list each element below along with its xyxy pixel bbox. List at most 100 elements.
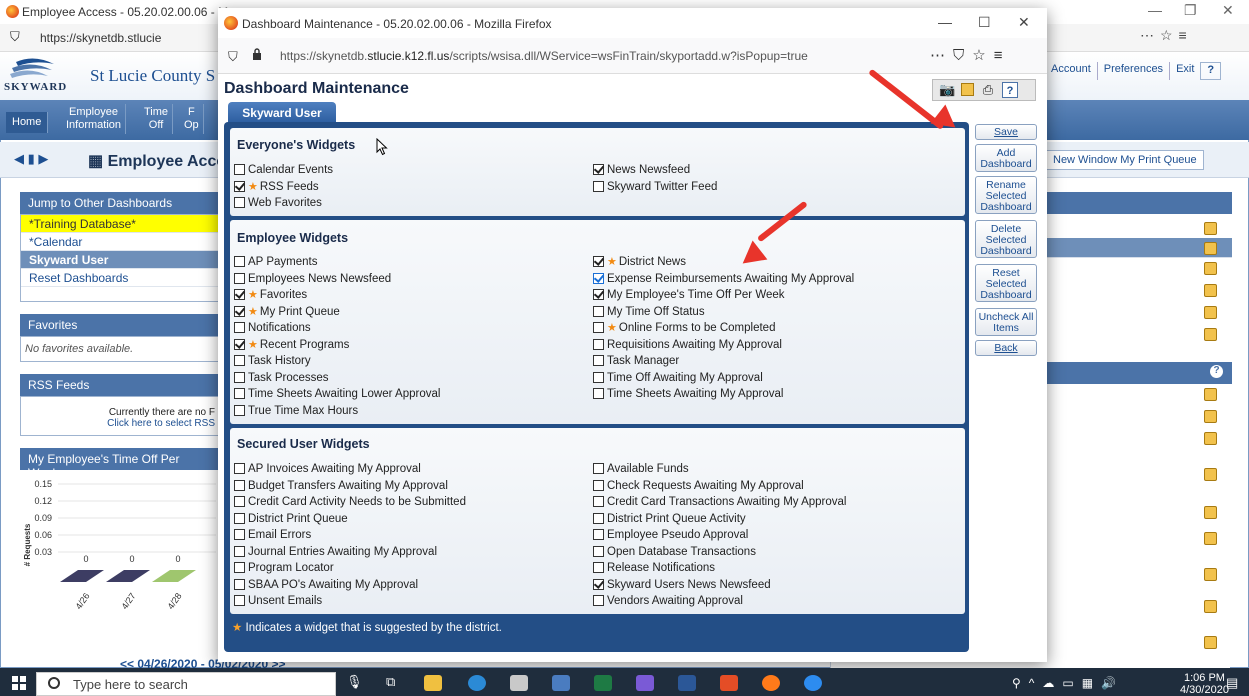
help-icon[interactable]: ? [1002,82,1018,98]
tab-skyward-user[interactable]: Skyward User [228,102,336,124]
preferences-link[interactable]: Preferences [1096,62,1169,80]
dashboard-icon[interactable] [1204,388,1217,401]
widget-checkbox-credit-card-transactions-awaiting-my-approval[interactable]: Credit Card Transactions Awaiting My App… [593,495,846,510]
checkbox-icon[interactable] [593,180,604,192]
checkbox-icon[interactable] [593,322,604,333]
close-icon[interactable]: ✕ [1018,14,1030,31]
checkbox-icon[interactable] [593,529,604,540]
checkbox-icon[interactable] [234,545,245,557]
dashboard-icon[interactable] [1204,568,1217,581]
camera-icon[interactable]: 📷 [939,82,955,98]
checkbox-icon[interactable] [593,338,604,350]
checkbox-icon[interactable] [234,479,245,491]
checkbox-icon[interactable] [593,305,604,317]
checkbox-icon[interactable] [234,164,245,175]
widget-checkbox-rss-feeds[interactable]: ★ RSS Feeds [234,180,319,195]
widget-checkbox-web-favorites[interactable]: Web Favorites [234,196,322,211]
checkbox-icon[interactable] [234,562,245,573]
microphone-icon[interactable]: 🎙 [346,674,363,690]
minimize-icon[interactable]: — [1148,2,1162,18]
app-icon[interactable] [636,675,654,691]
word-icon[interactable] [678,675,696,691]
widget-checkbox-skyward-users-news-newsfeed[interactable]: Skyward Users News Newsfeed [593,578,771,593]
checkbox-icon[interactable] [234,371,245,383]
checkbox-icon[interactable] [234,404,245,416]
rename-dashboard-button[interactable]: Rename Selected Dashboard [975,176,1037,214]
widget-checkbox-employees-news-newsfeed[interactable]: Employees News Newsfeed [234,272,391,287]
nav-more[interactable]: F Op [180,104,204,134]
back-button[interactable]: Back [975,340,1037,356]
account-link[interactable]: Account [1044,62,1097,80]
checkbox-icon[interactable] [593,545,604,557]
checkbox-icon[interactable] [593,595,604,606]
html5-icon[interactable] [720,675,738,691]
checkbox-icon[interactable] [593,463,604,474]
widget-checkbox-sbaa-po-s-awaiting-my-approval[interactable]: SBAA PO's Awaiting My Approval [234,578,418,593]
dashboard-icon[interactable] [1204,222,1217,235]
notification-icon[interactable]: ▤ [1226,675,1238,691]
checkbox-icon[interactable] [593,562,604,573]
dashboard-icon[interactable] [1204,600,1217,613]
widget-checkbox-journal-entries-awaiting-my-approval[interactable]: Journal Entries Awaiting My Approval [234,545,437,560]
widget-checkbox-vendors-awaiting-approval[interactable]: Vendors Awaiting Approval [593,594,743,609]
help-link[interactable]: ? [1200,62,1222,80]
file-explorer-icon[interactable] [424,675,442,691]
checkbox-icon[interactable] [593,289,604,300]
widget-checkbox-task-manager[interactable]: Task Manager [593,354,679,369]
widget-checkbox-district-print-queue-activity[interactable]: District Print Queue Activity [593,512,746,527]
widget-checkbox-notifications[interactable]: Notifications [234,321,311,336]
checkbox-icon[interactable] [593,388,604,399]
widget-checkbox-program-locator[interactable]: Program Locator [234,561,334,576]
dashboard-icon[interactable] [1204,242,1217,255]
print-icon[interactable]: ⎙ [980,82,996,98]
widget-checkbox-calendar-events[interactable]: Calendar Events [234,163,333,178]
jump-item-calendar[interactable]: *Calendar [21,233,219,251]
checkbox-icon[interactable] [234,529,245,540]
close-icon[interactable]: ✕ [1222,2,1234,19]
checkbox-icon[interactable] [234,496,245,507]
url-actions[interactable]: ⋯⛉☆≡ [930,46,1010,64]
widget-checkbox-true-time-max-hours[interactable]: True Time Max Hours [234,404,358,419]
checkbox-icon[interactable] [593,512,604,524]
dashboard-icon[interactable] [1204,506,1217,519]
checkbox-icon[interactable] [593,272,604,284]
lock-icon[interactable] [252,48,262,60]
widget-checkbox-release-notifications[interactable]: Release Notifications [593,561,715,576]
checkbox-icon[interactable] [593,496,604,507]
nav-time-off[interactable]: Time Off [140,104,174,134]
reset-dashboards-link[interactable]: Reset Dashboards [21,269,219,287]
widget-checkbox-expense-reimbursements-awaiting-my-approval[interactable]: Expense Reimbursements Awaiting My Appro… [593,272,854,287]
dashboard-icon[interactable] [1204,532,1217,545]
background-url-input[interactable]: https://skynetdb.stlucie [40,28,220,48]
minimize-icon[interactable]: — [938,14,952,30]
save-button[interactable]: Save [975,124,1037,140]
firefox-icon[interactable] [762,675,780,691]
system-tray-icons[interactable]: ⚲^☁▭▦🔊 [1012,676,1124,690]
widget-checkbox-credit-card-activity-needs-to-be-submitted[interactable]: Credit Card Activity Needs to be Submitt… [234,495,466,510]
widget-checkbox-skyward-twitter-feed[interactable]: Skyward Twitter Feed [593,180,717,195]
rss-select-link[interactable]: Click here to select RSS [25,418,215,429]
popup-url-input[interactable]: https://skynetdb.stlucie.k12.fl.us/scrip… [280,49,808,63]
app-icon[interactable] [510,675,528,691]
background-url-actions[interactable]: ⋯☆≡ [1140,27,1193,44]
add-dashboard-button[interactable]: Add Dashboard [975,144,1037,172]
dashboard-icon[interactable] [1204,284,1217,297]
edge-icon[interactable] [468,675,486,691]
restore-icon[interactable]: ❐ [1184,2,1197,19]
widget-checkbox-my-print-queue[interactable]: ★ My Print Queue [234,305,340,320]
dashboard-icon[interactable] [1204,468,1217,481]
checkbox-icon[interactable] [234,180,245,192]
checkbox-icon[interactable] [593,578,604,590]
nav-employee-information[interactable]: Employee Information [62,104,127,134]
nav-arrows-icon[interactable]: ◀ ▮ ▶ [14,151,48,167]
dashboard-icon[interactable] [1204,306,1217,319]
crumb-right-actions[interactable]: New Window My Print Queue [1046,150,1204,170]
widget-checkbox-employee-pseudo-approval[interactable]: Employee Pseudo Approval [593,528,748,543]
widget-checkbox-requisitions-awaiting-my-approval[interactable]: Requisitions Awaiting My Approval [593,338,782,353]
widget-checkbox-ap-invoices-awaiting-my-approval[interactable]: AP Invoices Awaiting My Approval [234,462,421,477]
checkbox-icon[interactable] [593,371,604,383]
checkbox-icon[interactable] [593,479,604,491]
widget-checkbox-available-funds[interactable]: Available Funds [593,462,689,477]
widget-checkbox-news-newsfeed[interactable]: News Newsfeed [593,163,690,178]
help-circle-icon[interactable]: ? [1210,365,1223,378]
